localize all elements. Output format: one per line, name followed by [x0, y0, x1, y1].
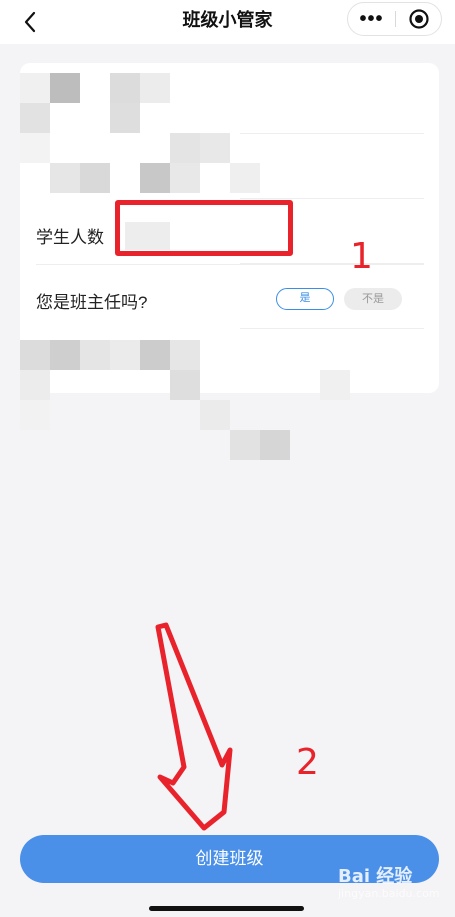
baidu-watermark-url: jingyan.baidu.com: [338, 887, 440, 900]
baidu-watermark: Bai 经验: [338, 866, 413, 887]
annotation-arrow: [155, 622, 233, 831]
home-indicator: [149, 906, 304, 911]
